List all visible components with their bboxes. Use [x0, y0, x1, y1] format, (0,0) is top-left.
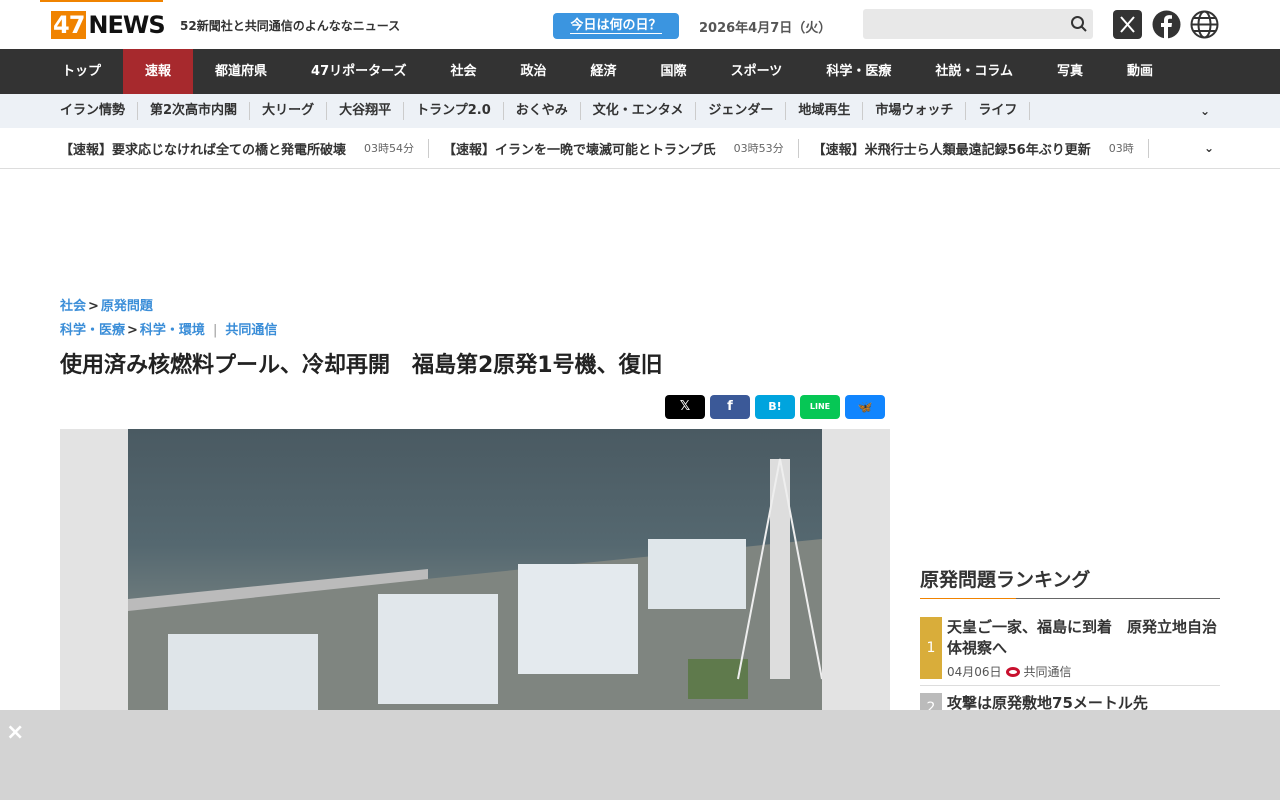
subnav-item[interactable]: 市場ウォッチ: [863, 102, 967, 120]
crumb-divider: |: [212, 323, 218, 338]
nav-item[interactable]: 写真: [1035, 49, 1105, 94]
subnav-item[interactable]: トランプ2.0: [404, 102, 504, 120]
ranking-date: 04月06日: [947, 665, 1002, 679]
kyodo-logo-icon: [1005, 666, 1020, 677]
x-icon[interactable]: [1113, 10, 1142, 39]
ticker-item[interactable]: 【速報】米飛行士ら人類最遠記録56年ぶり更新 03時: [812, 138, 1149, 158]
nav-item[interactable]: 都道府県: [193, 49, 289, 94]
subnav-item[interactable]: 大谷翔平: [327, 102, 405, 120]
subnav-item[interactable]: 第2次高市内閣: [138, 102, 251, 120]
sub-nav: イラン情勢 第2次高市内閣 大リーグ 大谷翔平 トランプ2.0 おくやみ 文化・エンタメ ジェ…: [0, 94, 1280, 128]
subnav-item[interactable]: 文化・エンタメ: [581, 102, 697, 120]
crumb-sep: >: [88, 299, 99, 314]
article-title: 使用済み核燃料プール、冷却再開 福島第2原発1号機、復旧: [60, 353, 663, 378]
share-facebook-button[interactable]: f: [710, 395, 750, 419]
subnav-item[interactable]: 地域再生: [786, 102, 864, 120]
ticker-title: 【速報】要求応じなければ全ての橋と発電所破壊: [60, 142, 347, 158]
nav-item[interactable]: 動画: [1105, 49, 1175, 94]
ranking-item-title[interactable]: 天皇ご一家、福島に到着 原発立地自治体視察へ: [947, 617, 1217, 659]
rank-badge: 1: [920, 617, 942, 679]
tagline: 52新聞社と共同通信のよんななニュース: [180, 19, 401, 33]
breadcrumb: 科学・医療 > 科学・環境 | 共同通信: [60, 319, 277, 338]
nav-item[interactable]: スポーツ: [709, 49, 805, 94]
crumb-link[interactable]: 科学・医療: [60, 323, 125, 338]
nav-item[interactable]: 社説・コラム: [913, 49, 1035, 94]
ranking-source: 共同通信: [1023, 665, 1072, 679]
source-link[interactable]: 共同通信: [225, 323, 277, 338]
chevron-down-icon[interactable]: ⌄: [1200, 141, 1215, 155]
nav-item[interactable]: 速報: [123, 49, 194, 94]
share-bluesky-button[interactable]: 🦋: [845, 395, 885, 419]
subnav-item[interactable]: イラン情勢: [48, 102, 139, 120]
share-hatena-button[interactable]: B!: [755, 395, 795, 419]
search-icon[interactable]: [1070, 15, 1088, 33]
article-photo: [60, 429, 890, 719]
divider: [920, 685, 1220, 686]
ranking-title: 原発問題ランキング: [920, 569, 1091, 591]
crumb-link[interactable]: 科学・環境: [140, 323, 205, 338]
ticker-time: 03時53分: [733, 142, 784, 155]
ticker-time: 03時: [1108, 142, 1134, 155]
breaking-ticker: 【速報】要求応じなければ全ての橋と発電所破壊 03時54分 【速報】イランを一晩で壊…: [0, 128, 1280, 169]
nav-item[interactable]: 経済: [569, 49, 639, 94]
main-nav: トップ 速報 都道府県 47リポーターズ 社会 政治 経済 国際 スポーツ 科学・医療 社説・コラム…: [0, 49, 1280, 94]
accent-bar: [40, 0, 163, 2]
ticker-time: 03時54分: [364, 142, 415, 155]
chevron-down-icon[interactable]: ⌄: [1200, 104, 1210, 118]
ticker-item[interactable]: 【速報】イランを一晩で壊滅可能とトランプ氏 03時53分: [443, 138, 799, 158]
date: 2026年4月7日（火）: [699, 21, 832, 36]
subnav-item[interactable]: おくやみ: [504, 102, 581, 120]
share-x-button[interactable]: 𝕏: [665, 395, 705, 419]
facebook-icon[interactable]: [1152, 10, 1181, 39]
nav-item[interactable]: トップ: [40, 49, 123, 94]
ticker-title: 【速報】イランを一晩で壊滅可能とトランプ氏: [443, 142, 716, 158]
logo-number: 47: [51, 11, 87, 39]
today-button[interactable]: 今日は何の日？: [553, 13, 679, 39]
subnav-item[interactable]: ライフ: [966, 102, 1031, 120]
nav-item[interactable]: 社会: [429, 49, 499, 94]
logo-text: NEWS: [88, 11, 165, 39]
subnav-item[interactable]: 大リーグ: [250, 102, 328, 120]
today-label: 今日は何の日？: [570, 18, 662, 34]
ticker-item[interactable]: 【速報】要求応じなければ全ての橋と発電所破壊 03時54分: [60, 138, 430, 158]
close-icon[interactable]: ×: [6, 720, 24, 745]
header: 47 NEWS 52新聞社と共同通信のよんななニュース 今日は何の日？ 2026年…: [0, 0, 1280, 49]
nav-item[interactable]: 国際: [639, 49, 709, 94]
crumb-link[interactable]: 社会: [60, 299, 86, 314]
crumb-sep: >: [127, 323, 138, 338]
nav-item[interactable]: 47リポーターズ: [289, 49, 428, 94]
nav-item[interactable]: 科学・医療: [804, 49, 913, 94]
power-plant-image: [128, 429, 822, 719]
breadcrumb: 社会 > 原発問題: [60, 295, 153, 314]
ranking-meta: 04月06日 共同通信: [947, 663, 1072, 680]
globe-icon[interactable]: [1190, 10, 1219, 39]
search-input[interactable]: [863, 9, 1093, 39]
crumb-link[interactable]: 原発問題: [101, 299, 153, 314]
nav-item[interactable]: 政治: [499, 49, 569, 94]
ticker-title: 【速報】米飛行士ら人類最遠記録56年ぶり更新: [812, 142, 1091, 158]
logo[interactable]: 47 NEWS: [51, 11, 166, 39]
subnav-item[interactable]: ジェンダー: [696, 102, 787, 120]
ranking-divider: [920, 598, 1220, 599]
share-line-button[interactable]: LINE: [800, 395, 840, 419]
ad-overlay: ×: [0, 710, 1280, 800]
